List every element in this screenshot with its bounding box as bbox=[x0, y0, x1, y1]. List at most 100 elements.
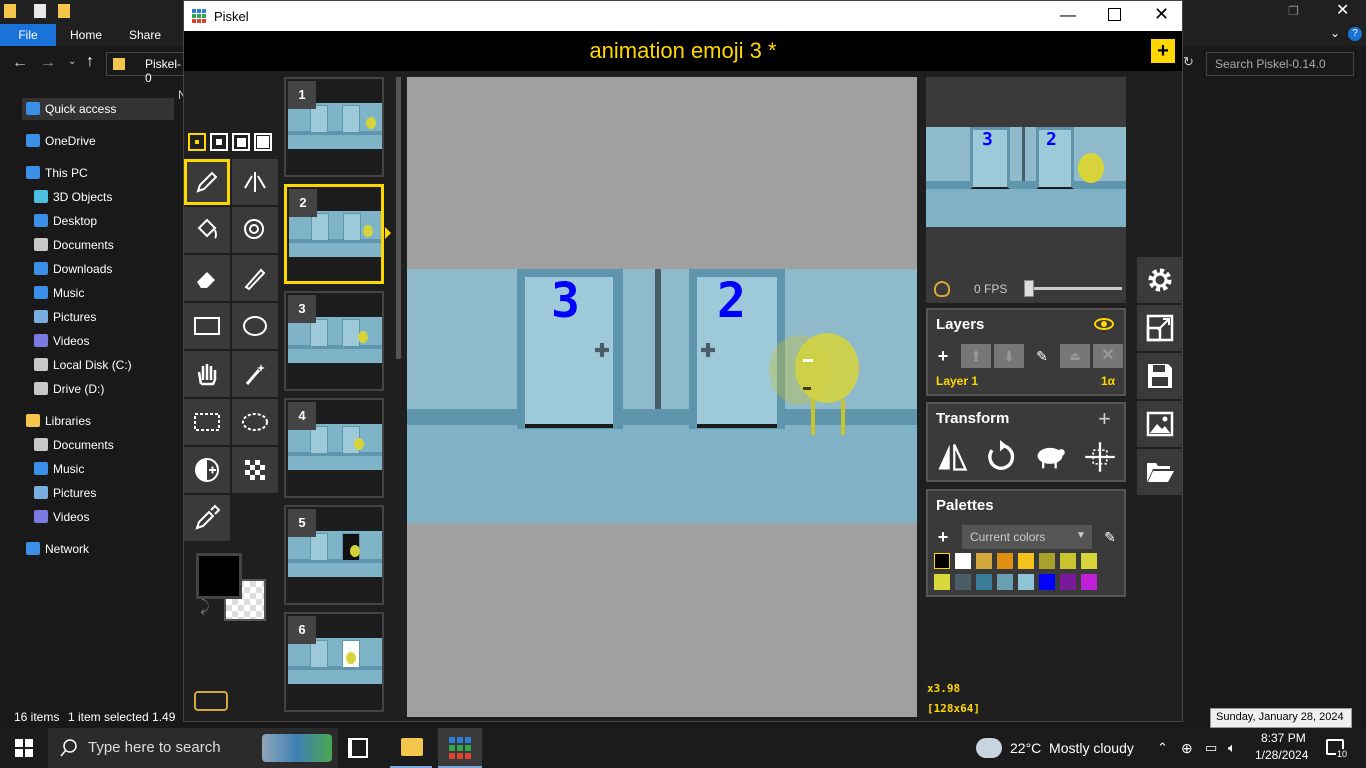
palette-select[interactable]: Current colors ▼ bbox=[962, 525, 1092, 549]
palette-color-swatch[interactable] bbox=[997, 553, 1013, 569]
drawing-canvas[interactable]: 3 2 bbox=[407, 77, 917, 717]
task-view-button[interactable] bbox=[348, 738, 368, 758]
palette-color-swatch[interactable] bbox=[997, 574, 1013, 590]
clock-date[interactable]: 1/28/2024 bbox=[1255, 748, 1308, 762]
restore-icon[interactable]: ❐ bbox=[1288, 4, 1299, 18]
palette-select-value: Current colors bbox=[970, 530, 1046, 544]
palette-color-swatch[interactable] bbox=[1060, 553, 1076, 569]
folder-icon bbox=[4, 4, 16, 18]
nav-item[interactable]: Quick access bbox=[22, 98, 174, 120]
minimize-icon[interactable]: — bbox=[1060, 7, 1076, 25]
recent-locations-icon[interactable]: ⌄ bbox=[68, 56, 76, 67]
eye-icon[interactable] bbox=[1094, 318, 1114, 330]
file-tab[interactable]: File bbox=[0, 24, 56, 46]
nav-item-label: OneDrive bbox=[45, 134, 96, 148]
palette-color-swatch[interactable] bbox=[934, 574, 950, 590]
edit-palette-button[interactable]: ✎ bbox=[1098, 525, 1122, 549]
frames-scrollbar[interactable] bbox=[396, 77, 401, 359]
settings-button[interactable] bbox=[1137, 257, 1182, 303]
add-layer-button[interactable]: + bbox=[928, 344, 958, 368]
export-button[interactable] bbox=[1137, 401, 1182, 447]
weather-icon[interactable] bbox=[976, 738, 1002, 758]
resize-button[interactable] bbox=[1137, 305, 1182, 351]
frame-thumbnail[interactable]: 6 bbox=[284, 612, 384, 712]
share-tab[interactable]: Share bbox=[129, 24, 161, 46]
frame-number: 2 bbox=[289, 189, 317, 217]
language-icon[interactable]: ⊕ bbox=[1181, 728, 1193, 768]
show-hidden-icons[interactable]: ⌃ bbox=[1157, 728, 1168, 768]
palette-color-swatch[interactable] bbox=[1039, 574, 1055, 590]
new-sprite-button[interactable]: + bbox=[1151, 39, 1175, 63]
start-button[interactable] bbox=[0, 728, 48, 768]
close-icon[interactable]: ✕ bbox=[1336, 0, 1349, 20]
import-button[interactable] bbox=[1137, 449, 1182, 495]
file-explorer-taskbar-button[interactable] bbox=[390, 728, 432, 768]
piskel-taskbar-button[interactable] bbox=[438, 728, 482, 768]
fps-slider[interactable] bbox=[1024, 280, 1122, 297]
add-palette-button[interactable]: + bbox=[928, 525, 958, 549]
delete-layer-button[interactable]: ✕ bbox=[1093, 344, 1123, 368]
back-icon[interactable]: ← bbox=[12, 54, 28, 72]
weather-text[interactable]: 22°C Mostly cloudy bbox=[1010, 728, 1134, 768]
volume-icon[interactable]: 🔈︎ bbox=[1228, 728, 1236, 768]
palette-color-swatch[interactable] bbox=[955, 553, 971, 569]
frame-preview-image bbox=[288, 424, 382, 470]
forward-icon[interactable]: → bbox=[40, 54, 56, 72]
palette-color-swatch[interactable] bbox=[976, 574, 992, 590]
battery-icon[interactable]: ▭ bbox=[1205, 728, 1217, 768]
frame-thumbnail[interactable]: 1 bbox=[284, 77, 384, 177]
door-left-threshold bbox=[525, 424, 613, 428]
palette-color-swatch[interactable] bbox=[955, 574, 971, 590]
nav-item-label: Documents bbox=[53, 238, 114, 252]
merge-layer-button[interactable]: ⏏ bbox=[1060, 344, 1090, 368]
flip-button[interactable] bbox=[930, 436, 974, 478]
clock-time[interactable]: 8:37 PM bbox=[1261, 731, 1306, 745]
expand-transform-icon[interactable]: + bbox=[1098, 406, 1111, 432]
maximize-icon[interactable] bbox=[1108, 8, 1121, 21]
palette-color-swatch[interactable] bbox=[934, 553, 950, 569]
expand-ribbon-icon[interactable]: ⌄ bbox=[1330, 26, 1340, 40]
frame-thumbnail[interactable]: 2 bbox=[284, 184, 384, 284]
sprite-area[interactable]: 3 2 bbox=[407, 269, 917, 523]
resize-icon bbox=[1146, 314, 1174, 342]
frame-thumbnail[interactable]: 3 bbox=[284, 291, 384, 391]
door-left-number: 3 bbox=[551, 273, 580, 329]
nav-item-label: Network bbox=[45, 542, 90, 556]
frame-thumbnail[interactable]: 5 bbox=[284, 505, 384, 605]
download-icon bbox=[34, 262, 48, 275]
palette-color-swatch[interactable] bbox=[1018, 574, 1034, 590]
fps-slider-handle[interactable] bbox=[1024, 280, 1034, 297]
clone-button[interactable] bbox=[1028, 436, 1072, 478]
help-icon[interactable]: ? bbox=[1348, 27, 1362, 41]
palette-color-swatch[interactable] bbox=[1039, 553, 1055, 569]
new-folder-icon[interactable] bbox=[58, 4, 70, 18]
palette-color-swatch[interactable] bbox=[1060, 574, 1076, 590]
emoji-character bbox=[795, 333, 859, 403]
layer-opacity[interactable]: 1α bbox=[1101, 374, 1115, 388]
nav-item-label: Documents bbox=[53, 438, 114, 452]
home-tab[interactable]: Home bbox=[70, 24, 102, 46]
center-button[interactable] bbox=[1078, 436, 1122, 478]
properties-icon[interactable] bbox=[34, 4, 46, 18]
taskbar-search[interactable]: Type here to search bbox=[48, 728, 338, 768]
frame-thumbnail[interactable]: 4 bbox=[284, 398, 384, 498]
sheep-icon bbox=[1037, 447, 1065, 469]
up-icon[interactable]: ↑ bbox=[86, 53, 94, 71]
palette-color-swatch[interactable] bbox=[1081, 574, 1097, 590]
search-box[interactable]: Search Piskel-0.14.0 bbox=[1206, 52, 1354, 76]
nav-item-label: Libraries bbox=[45, 414, 92, 428]
rotate-button[interactable] bbox=[978, 436, 1022, 478]
layer-name[interactable]: Layer 1 bbox=[936, 374, 978, 388]
edit-layer-button[interactable]: ✎ bbox=[1027, 344, 1057, 368]
address-bar[interactable]: Piskel-0 bbox=[106, 52, 186, 85]
palette-color-swatch[interactable] bbox=[976, 553, 992, 569]
palette-color-swatch[interactable] bbox=[1018, 553, 1034, 569]
palette-color-swatch[interactable] bbox=[1081, 553, 1097, 569]
move-layer-up-button[interactable]: ⬆ bbox=[961, 344, 991, 368]
save-button[interactable] bbox=[1137, 353, 1182, 399]
onion-skin-icon[interactable] bbox=[934, 281, 950, 297]
address-text: Piskel-0 bbox=[145, 57, 182, 85]
close-icon[interactable]: ✕ bbox=[1154, 4, 1169, 25]
move-layer-down-button[interactable]: ⬇ bbox=[994, 344, 1024, 368]
refresh-icon[interactable]: ↻ bbox=[1183, 54, 1194, 70]
